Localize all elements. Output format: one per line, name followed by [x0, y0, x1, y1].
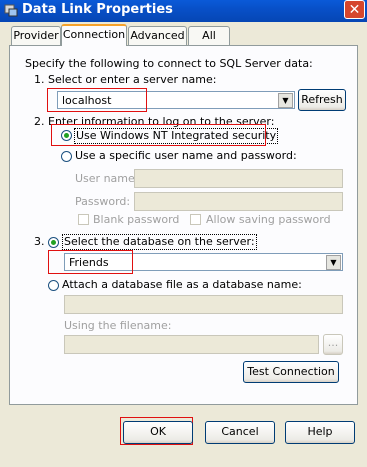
use-specific-user-radio[interactable]	[61, 151, 72, 162]
data-link-icon	[4, 4, 18, 17]
dropdown-arrow-icon[interactable]: ▼	[278, 93, 293, 108]
blank-password-checkbox	[78, 214, 89, 225]
close-icon: ✕	[348, 2, 361, 18]
close-button[interactable]: ✕	[344, 0, 365, 19]
filename-input	[64, 335, 319, 354]
password-input	[134, 192, 343, 211]
tab-label: Provider	[13, 29, 59, 42]
browse-label: ...	[327, 336, 339, 349]
test-connection-label: Test Connection	[247, 365, 335, 378]
using-filename-label: Using the filename:	[64, 319, 172, 332]
tab-label: Advanced	[130, 29, 185, 42]
tab-all[interactable]: All	[188, 26, 230, 45]
tab-connection[interactable]: Connection	[61, 24, 127, 46]
intro-text: Specify the following to connect to SQL …	[25, 57, 313, 70]
title-bar[interactable]: Data Link Properties ✕	[0, 0, 367, 22]
highlight-box-database	[48, 250, 133, 274]
highlight-box-security	[51, 124, 266, 146]
refresh-label: Refresh	[301, 93, 343, 106]
browse-button: ...	[323, 334, 343, 355]
refresh-button[interactable]: Refresh	[298, 89, 346, 111]
test-connection-button[interactable]: Test Connection	[243, 361, 339, 383]
allow-saving-label: Allow saving password	[206, 213, 331, 226]
blank-password-label: Blank password	[93, 213, 180, 226]
ok-button[interactable]: OK	[123, 421, 193, 444]
help-button[interactable]: Help	[285, 421, 355, 444]
step1-label: 1. Select or enter a server name:	[34, 73, 217, 86]
highlight-box-server	[47, 88, 147, 112]
tab-label: Connection	[62, 28, 126, 41]
tab-advanced[interactable]: Advanced	[128, 26, 187, 45]
select-database-radio[interactable]	[48, 237, 59, 248]
attach-database-radio[interactable]	[48, 280, 59, 291]
cancel-label: Cancel	[221, 425, 259, 438]
attach-database-input	[64, 295, 343, 314]
tab-label: All	[202, 29, 216, 42]
allow-saving-checkbox	[190, 214, 201, 225]
step3-label: 3.	[34, 235, 45, 248]
use-specific-user-label[interactable]: Use a specific user name and password:	[75, 149, 297, 163]
user-name-label: User name:	[75, 172, 139, 185]
user-name-input	[134, 169, 343, 188]
password-label: Password:	[75, 195, 131, 208]
help-label: Help	[307, 425, 333, 438]
select-database-label[interactable]: Select the database on the server:	[62, 234, 257, 250]
window-title: Data Link Properties	[22, 2, 173, 17]
ok-label: OK	[150, 425, 166, 438]
attach-database-label[interactable]: Attach a database file as a database nam…	[62, 278, 302, 292]
dropdown-arrow-icon[interactable]: ▼	[326, 255, 341, 270]
tab-provider[interactable]: Provider	[11, 26, 61, 45]
cancel-button[interactable]: Cancel	[205, 421, 275, 444]
